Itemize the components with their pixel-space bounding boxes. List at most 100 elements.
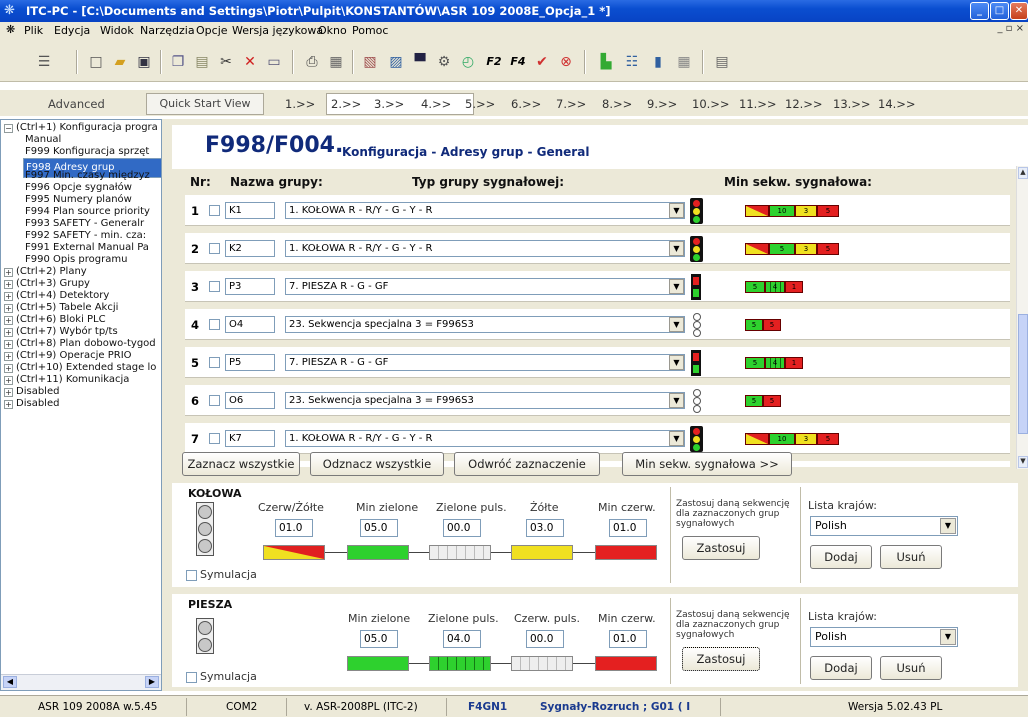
group-name-input[interactable]: K1 xyxy=(225,202,275,219)
tree-node-tabele[interactable]: (Ctrl+5) Tabele Akcji xyxy=(16,302,118,313)
tab-quick-start-view[interactable]: Quick Start View xyxy=(146,93,264,115)
tab-step-6[interactable]: 6.>> xyxy=(511,97,541,111)
tab-step-3[interactable]: 3.>> xyxy=(374,97,404,111)
group-type-select[interactable]: 7. PIESZA R - G - GF xyxy=(285,278,685,295)
chart-icon[interactable]: ▙ xyxy=(596,52,616,72)
monitor-icon[interactable]: ▀ xyxy=(410,52,430,72)
tree-node-plan-dobowo[interactable]: (Ctrl+8) Plan dobowo-tygod xyxy=(16,338,156,349)
piesza-country-select[interactable]: Polish ▼ xyxy=(810,627,958,647)
expand-icon[interactable]: + xyxy=(4,340,13,349)
tree-node-manual[interactable]: Manual xyxy=(25,134,61,145)
tree-node-f992[interactable]: F992 SAFETY - min. cza: xyxy=(25,230,146,241)
min-sequence-button[interactable]: Min sekw. sygnałowa >> xyxy=(622,452,792,476)
piesza-simulation-checkbox[interactable] xyxy=(186,672,197,683)
device-icon[interactable]: ⚙ xyxy=(434,52,454,72)
expand-icon[interactable]: + xyxy=(4,388,13,397)
preview-icon[interactable]: ▦ xyxy=(326,52,346,72)
tab-step-4[interactable]: 4.>> xyxy=(421,97,451,111)
chevron-down-icon[interactable]: ▼ xyxy=(940,518,956,534)
close-button[interactable]: ✕ xyxy=(1010,2,1028,20)
group-checkbox[interactable] xyxy=(209,319,220,330)
export-icon[interactable]: ▧ xyxy=(360,52,380,72)
scroll-thumb[interactable] xyxy=(1018,314,1028,434)
maximize-button[interactable]: □ xyxy=(990,2,1009,20)
chevron-down-icon[interactable]: ▼ xyxy=(669,355,684,370)
group-type-select[interactable]: 23. Sekwencja specjalna 3 = F996S3 xyxy=(285,316,685,333)
collapse-icon[interactable]: − xyxy=(4,124,13,133)
tree-node-extended[interactable]: (Ctrl+10) Extended stage lo xyxy=(16,362,156,373)
scroll-left-icon[interactable]: ◀ xyxy=(3,676,17,688)
scroll-right-icon[interactable]: ▶ xyxy=(145,676,159,688)
group-name-input[interactable]: P3 xyxy=(225,278,275,295)
tree-node-f990[interactable]: F990 Opis programu xyxy=(25,254,127,265)
import-icon[interactable]: ▨ xyxy=(386,52,406,72)
printer-setup-icon[interactable]: ☰ xyxy=(34,52,54,72)
kolowa-yellow-input[interactable]: 03.0 xyxy=(526,519,564,537)
piesza-apply-button[interactable]: Zastosuj xyxy=(682,647,760,671)
piesza-green-pulse-input[interactable]: 04.0 xyxy=(443,630,481,648)
select-all-button[interactable]: Zaznacz wszystkie xyxy=(182,452,300,476)
group-name-input[interactable]: O6 xyxy=(225,392,275,409)
menu-pomoc[interactable]: Pomoc xyxy=(352,24,388,37)
kolowa-min-red-input[interactable]: 01.0 xyxy=(609,519,647,537)
chevron-down-icon[interactable]: ▼ xyxy=(669,431,684,446)
tree-node-disabled-2[interactable]: Disabled xyxy=(16,398,59,409)
tree-node-prio[interactable]: (Ctrl+9) Operacje PRIO xyxy=(16,350,132,361)
group-name-input[interactable]: P5 xyxy=(225,354,275,371)
menu-widok[interactable]: Widok xyxy=(100,24,134,37)
print-icon[interactable]: ⎙ xyxy=(302,52,322,72)
expand-icon[interactable]: + xyxy=(4,328,13,337)
cancel-icon[interactable]: ⊗ xyxy=(556,52,576,72)
kolowa-red-yellow-input[interactable]: 01.0 xyxy=(275,519,313,537)
tree-icon[interactable]: ▤ xyxy=(712,52,732,72)
tree-node-f993[interactable]: F993 SAFETY - Generalr xyxy=(25,218,144,229)
piesza-add-button[interactable]: Dodaj xyxy=(810,656,872,680)
tree-node-f994[interactable]: F994 Plan source priority xyxy=(25,206,150,217)
group-checkbox[interactable] xyxy=(209,395,220,406)
scroll-up-icon[interactable]: ▲ xyxy=(1018,167,1028,179)
group-list-scrollbar[interactable]: ▲ ▼ xyxy=(1016,166,1028,469)
tree-node-f999[interactable]: F999 Konfiguracja sprzęt xyxy=(25,146,149,157)
tree-node-bloki[interactable]: (Ctrl+6) Bloki PLC xyxy=(16,314,106,325)
tab-step-13[interactable]: 13.>> xyxy=(833,97,871,111)
expand-icon[interactable]: + xyxy=(4,364,13,373)
menu-plik[interactable]: Plik xyxy=(24,24,43,37)
chevron-down-icon[interactable]: ▼ xyxy=(669,393,684,408)
group-checkbox[interactable] xyxy=(209,433,220,444)
menu-opcje[interactable]: Opcje xyxy=(196,24,228,37)
tab-step-14[interactable]: 14.>> xyxy=(878,97,916,111)
menu-okno[interactable]: Okno xyxy=(318,24,347,37)
tree-node-ctrl1[interactable]: (Ctrl+1) Konfiguracja progra xyxy=(16,122,158,133)
expand-icon[interactable]: + xyxy=(4,352,13,361)
list-icon[interactable]: ☷ xyxy=(622,52,642,72)
piesza-min-red-input[interactable]: 01.0 xyxy=(609,630,647,648)
f4-icon[interactable]: F4 xyxy=(508,52,528,72)
tree-node-f996[interactable]: F996 Opcje sygnałów xyxy=(25,182,132,193)
tree-node-wybor[interactable]: (Ctrl+7) Wybór tp/ts xyxy=(16,326,118,337)
tree-node-komunikacja[interactable]: (Ctrl+11) Komunikacja xyxy=(16,374,129,385)
expand-icon[interactable]: + xyxy=(4,316,13,325)
check-icon[interactable]: ✔ xyxy=(532,52,552,72)
kolowa-country-select[interactable]: Polish ▼ xyxy=(810,516,958,536)
kolowa-remove-button[interactable]: Usuń xyxy=(880,545,942,569)
expand-icon[interactable]: + xyxy=(4,400,13,409)
kolowa-add-button[interactable]: Dodaj xyxy=(810,545,872,569)
expand-icon[interactable]: + xyxy=(4,292,13,301)
group-type-select[interactable]: 1. KOŁOWA R - R/Y - G - Y - R xyxy=(285,202,685,219)
kolowa-simulation-checkbox[interactable] xyxy=(186,570,197,581)
tab-step-12[interactable]: 12.>> xyxy=(785,97,823,111)
tree-node-grupy[interactable]: (Ctrl+3) Grupy xyxy=(16,278,90,289)
tree-node-detektory[interactable]: (Ctrl+4) Detektory xyxy=(16,290,109,301)
properties-icon[interactable]: ▭ xyxy=(264,52,284,72)
piesza-remove-button[interactable]: Usuń xyxy=(880,656,942,680)
tab-step-8[interactable]: 8.>> xyxy=(602,97,632,111)
mdi-icon[interactable]: ❋ xyxy=(6,23,15,36)
group-type-select[interactable]: 23. Sekwencja specjalna 3 = F996S3 xyxy=(285,392,685,409)
expand-icon[interactable]: + xyxy=(4,304,13,313)
info-icon[interactable]: ▮ xyxy=(648,52,668,72)
copy-icon[interactable]: ❐ xyxy=(168,52,188,72)
kolowa-apply-button[interactable]: Zastosuj xyxy=(682,536,760,560)
kolowa-green-pulse-input[interactable]: 00.0 xyxy=(443,519,481,537)
tab-step-5[interactable]: 5.>> xyxy=(465,97,495,111)
chevron-down-icon[interactable]: ▼ xyxy=(669,203,684,218)
